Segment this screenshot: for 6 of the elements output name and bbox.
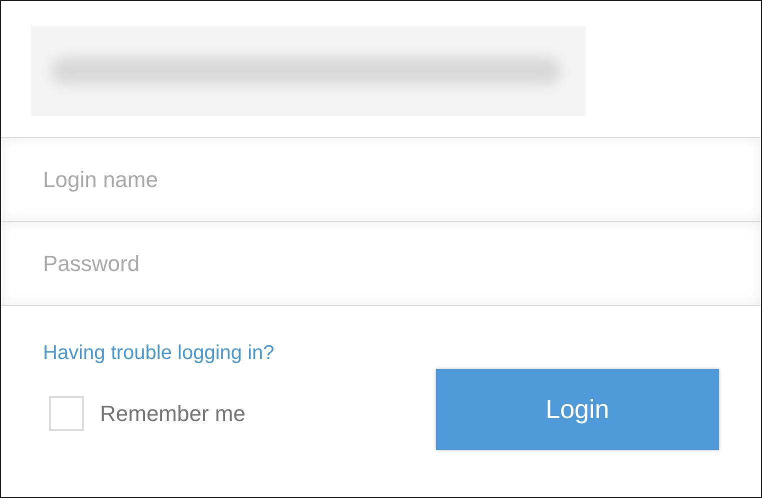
help-link[interactable]: Having trouble logging in? — [43, 338, 436, 368]
input-field[interactable]: Password — [1, 222, 761, 306]
checkbox-label: Remember me — [100, 400, 246, 428]
input-field[interactable]: Login name — [1, 138, 761, 222]
login-button[interactable]: Login — [436, 369, 719, 450]
checkbox[interactable] — [49, 396, 84, 431]
